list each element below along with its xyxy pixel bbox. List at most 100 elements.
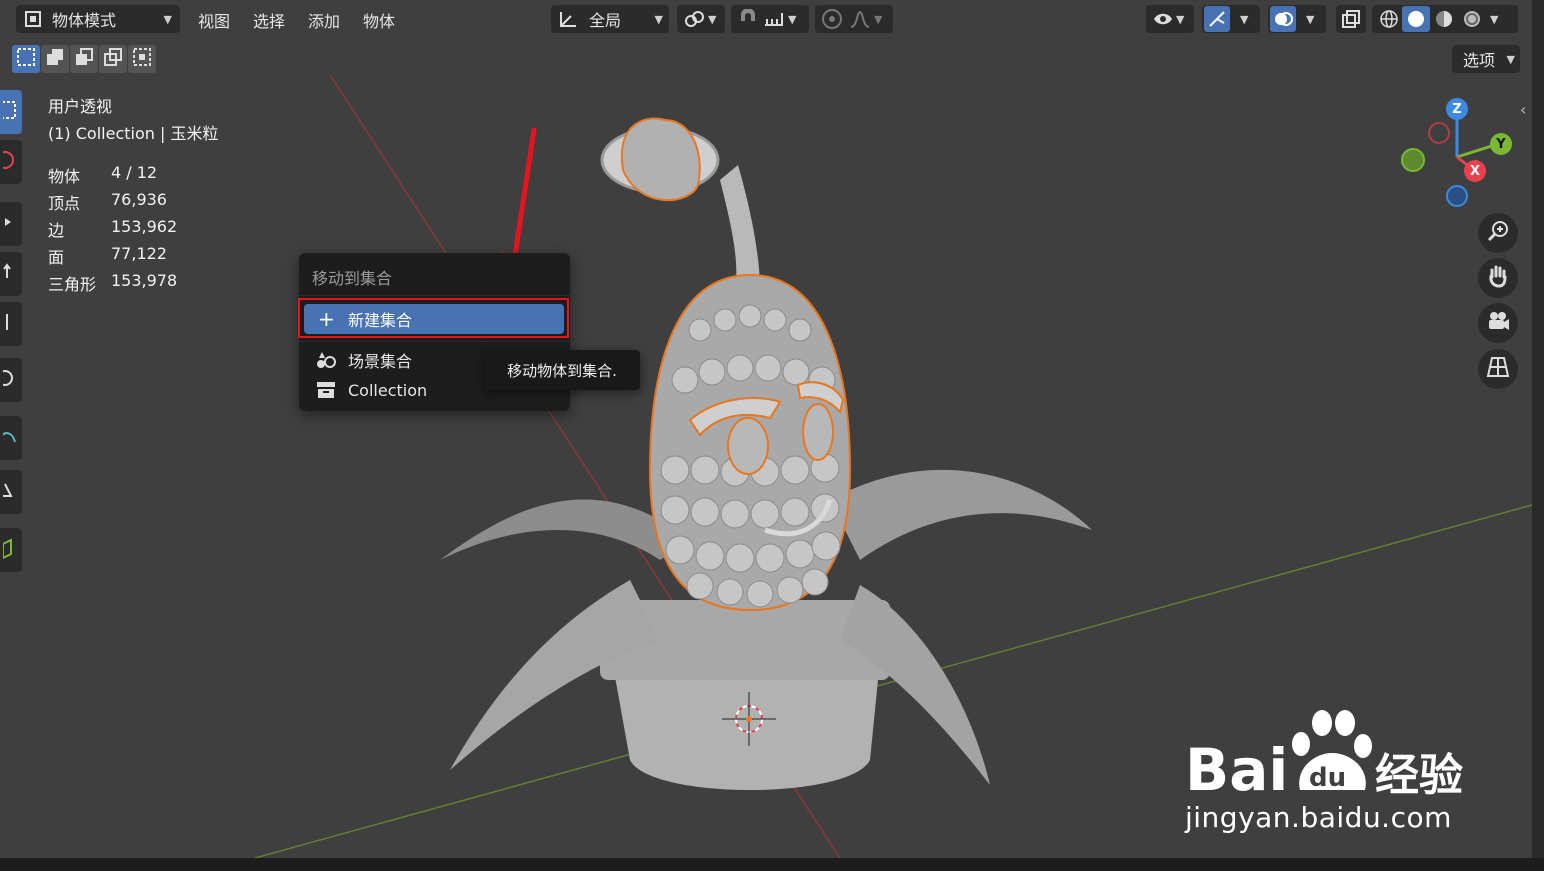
select-intersect-icon: [132, 47, 152, 71]
chevron-down-icon: ▼: [1490, 12, 1499, 26]
x-axis-label: X: [1469, 163, 1481, 179]
wireframe-shading-icon[interactable]: [1376, 9, 1402, 29]
transform-orientation-dropdown[interactable]: 全局 ▼: [551, 5, 669, 33]
eye-icon: [1152, 9, 1174, 29]
chevron-down-icon: ▼: [654, 12, 663, 26]
measure-icon: [3, 478, 19, 506]
menu-object[interactable]: 物体: [363, 8, 395, 32]
select-subtract-button[interactable]: [70, 45, 98, 73]
y-axis-label: Y: [1496, 136, 1506, 152]
overlay-icon: [1270, 6, 1296, 32]
move-arrows-icon: [3, 210, 19, 238]
select-extend-icon: [45, 47, 65, 71]
scene-collection-item[interactable]: 场景集合: [315, 348, 412, 372]
stat-label: 三角形: [48, 275, 97, 294]
chevron-down-icon: ▼: [874, 12, 883, 26]
cursor-icon: [0, 148, 19, 176]
scene-collection-label: 场景集合: [348, 352, 413, 371]
negative-y-axis-ball: [1401, 148, 1425, 172]
overlay-toggle-group[interactable]: ▼: [1268, 5, 1326, 33]
pan-button[interactable]: [1478, 258, 1518, 298]
stat-value: 153,978: [111, 271, 178, 290]
menu-view[interactable]: 视图: [198, 8, 230, 32]
z-axis-label: Z: [1452, 101, 1462, 117]
hand-icon: [1486, 264, 1510, 292]
mode-label: 物体模式: [52, 11, 117, 30]
snap-group[interactable]: ▼: [731, 5, 809, 33]
select-intersect-button[interactable]: [128, 45, 156, 73]
chevron-down-icon: ▼: [788, 12, 797, 26]
viewport-header: 物体模式 ▼ 视图 选择 添加 物体 全局 ▼ ▼ ▼ ▼ ▼ ▼ ▼ ▼: [0, 0, 1532, 38]
collection-info: (1) Collection | 玉米粒: [48, 124, 219, 143]
x-axis-ball[interactable]: X: [1464, 160, 1486, 182]
pivot-dropdown[interactable]: ▼: [677, 5, 725, 33]
z-axis-ball[interactable]: Z: [1446, 98, 1468, 120]
scale-icon: [3, 310, 19, 338]
xray-toggle[interactable]: [1336, 5, 1366, 33]
collection-item[interactable]: Collection: [315, 379, 427, 401]
cursor-tool[interactable]: [0, 140, 22, 184]
menu-title: 移动到集合: [312, 269, 393, 288]
proportional-edit-group[interactable]: ▼: [815, 5, 893, 33]
select-box-tool[interactable]: [0, 90, 22, 134]
svg-text:经验: 经验: [1375, 750, 1463, 800]
watermark-url: jingyan.baidu.com: [1185, 801, 1452, 834]
3d-viewport[interactable]: 物体模式 ▼ 视图 选择 添加 物体 全局 ▼ ▼ ▼ ▼ ▼ ▼ ▼ ▼ 选项…: [0, 0, 1532, 858]
zoom-button[interactable]: [1478, 213, 1518, 253]
rotate-tool[interactable]: [0, 252, 22, 296]
chevron-down-icon: ▼: [1176, 12, 1185, 26]
select-subtract-icon: [74, 47, 94, 71]
select-mode-buttons: [12, 45, 156, 73]
baidu-watermark-logo: Bai du 经验: [1185, 710, 1463, 800]
stat-value: 4 / 12: [111, 163, 158, 182]
right-edge-panel: [1532, 0, 1544, 871]
material-shading-icon[interactable]: [1430, 9, 1458, 29]
stat-label: 面: [48, 248, 65, 267]
perspective-toggle-button[interactable]: [1478, 349, 1518, 389]
stat-label: 边: [48, 221, 65, 240]
annotate-tool[interactable]: [0, 416, 22, 460]
gizmo-toggle-group[interactable]: ▼: [1202, 5, 1260, 33]
negative-x-axis-ball: [1428, 122, 1450, 144]
select-extend-button[interactable]: [41, 45, 69, 73]
visibility-dropdown[interactable]: ▼: [1146, 5, 1194, 33]
stat-label: 物体: [48, 167, 81, 186]
scale-tool[interactable]: [0, 302, 22, 346]
snap-increment-icon: [763, 9, 785, 29]
move-tool[interactable]: [0, 202, 22, 246]
cube-icon: [2, 536, 19, 564]
options-label: 选项: [1463, 51, 1496, 70]
object-mode-icon: [24, 10, 42, 28]
collection-label: Collection: [348, 380, 428, 400]
y-axis-ball[interactable]: Y: [1490, 133, 1512, 155]
gizmo-icon: [1204, 6, 1230, 32]
transform-tool[interactable]: [0, 358, 22, 402]
stat-value: 77,122: [111, 244, 167, 263]
mode-dropdown[interactable]: 物体模式 ▼: [16, 5, 180, 33]
solid-shading-icon[interactable]: [1402, 6, 1430, 32]
negative-z-axis-ball: [1446, 185, 1468, 207]
select-box-icon: [0, 98, 19, 126]
stat-value: 153,962: [111, 217, 178, 236]
measure-tool[interactable]: [0, 470, 22, 514]
transform-icon: [0, 366, 19, 394]
select-new-button[interactable]: [12, 45, 40, 73]
options-dropdown[interactable]: 选项 ▼: [1452, 45, 1520, 73]
menu-select[interactable]: 选择: [253, 8, 285, 32]
camera-view-button[interactable]: [1478, 303, 1518, 343]
chevron-down-icon: ▼: [708, 12, 717, 26]
add-cube-tool[interactable]: [0, 528, 22, 572]
rendered-shading-icon[interactable]: [1458, 9, 1486, 29]
shading-mode-group[interactable]: ▼: [1372, 5, 1518, 33]
red-highlight-box: [298, 298, 569, 338]
menu-add[interactable]: 添加: [308, 8, 340, 32]
sidebar-collapse-icon[interactable]: ‹: [1520, 100, 1526, 119]
eye-right: [802, 403, 834, 461]
collection-box-icon: [315, 379, 337, 401]
svg-text:du: du: [1309, 763, 1346, 793]
xray-icon: [1341, 9, 1361, 29]
magnet-icon: [737, 9, 759, 29]
camera-icon: [1486, 309, 1510, 337]
annotate-icon: [0, 424, 19, 452]
select-invert-button[interactable]: [99, 45, 127, 73]
